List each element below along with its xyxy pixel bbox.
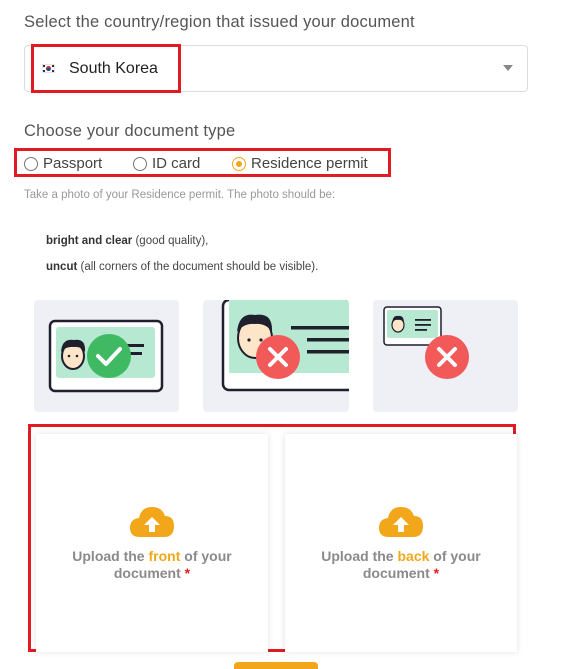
cloud-upload-icon xyxy=(379,507,423,537)
upload-back-pre: Upload the xyxy=(321,548,398,564)
country-label: Select the country/region that issued yo… xyxy=(24,13,415,31)
quality-2-rest: (all corners of the document should be v… xyxy=(77,261,319,273)
document-type-radio-group: Passport ID card Residence permit xyxy=(14,148,391,177)
continue-button[interactable] xyxy=(234,662,318,669)
check-icon xyxy=(87,334,131,378)
quality-1-bold: bright and clear xyxy=(46,235,133,247)
radio-passport[interactable]: Passport xyxy=(24,155,102,172)
upload-back-text: Upload the back of your document * xyxy=(285,548,517,582)
chevron-down-icon[interactable] xyxy=(503,65,513,71)
cloud-upload-icon xyxy=(130,507,174,537)
cross-icon xyxy=(256,335,300,379)
upload-front-button[interactable]: Upload the front of your document * xyxy=(36,434,268,652)
upload-front-line2: document xyxy=(113,565,181,581)
quality-2-bold: uncut xyxy=(46,261,78,273)
too-small-example-card xyxy=(373,300,518,412)
document-type-label: Choose your document type xyxy=(24,122,236,140)
radio-label: ID card xyxy=(152,155,201,172)
radio-circle[interactable] xyxy=(133,156,147,171)
radio-label: Passport xyxy=(43,155,103,172)
radio-residence-permit[interactable]: Residence permit xyxy=(232,155,368,172)
country-highlight-box xyxy=(31,44,181,93)
upload-back-accent: back xyxy=(397,548,430,564)
quality-1-rest: (good quality), xyxy=(132,235,209,247)
upload-front-pre: Upload the xyxy=(72,548,149,564)
quality-line-2: uncut (all corners of the document shoul… xyxy=(46,261,318,273)
radio-circle[interactable] xyxy=(24,156,38,171)
radio-label: Residence permit xyxy=(251,155,368,172)
quality-line-1: bright and clear (good quality), xyxy=(46,235,208,247)
upload-front-post: of your xyxy=(180,548,232,564)
cross-icon xyxy=(425,335,469,379)
upload-front-accent: front xyxy=(148,548,181,564)
upload-area-highlight: Upload the front of your document * Uplo… xyxy=(28,424,517,652)
photo-instruction: Take a photo of your Residence permit. T… xyxy=(24,189,336,201)
cropped-example-card xyxy=(203,300,349,412)
radio-id-card[interactable]: ID card xyxy=(133,155,200,172)
upload-front-text: Upload the front of your document * xyxy=(36,548,268,582)
correct-example-card xyxy=(34,300,179,412)
upload-back-button[interactable]: Upload the back of your document * xyxy=(285,434,517,652)
radio-circle[interactable] xyxy=(232,156,246,171)
upload-back-line2: document xyxy=(362,565,430,581)
required-marker: * xyxy=(184,565,191,581)
required-marker: * xyxy=(433,565,440,581)
upload-back-post: of your xyxy=(429,548,481,564)
